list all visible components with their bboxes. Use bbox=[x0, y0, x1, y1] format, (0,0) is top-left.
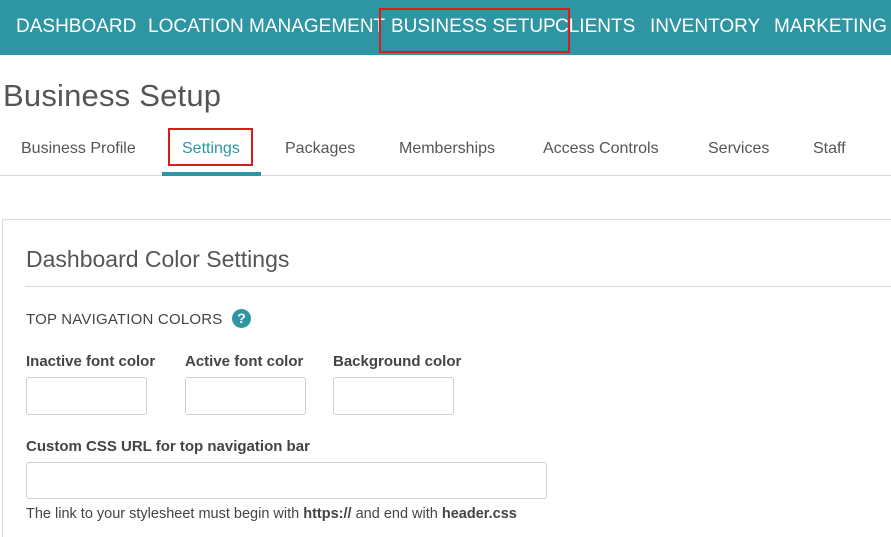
tab-packages[interactable]: Packages bbox=[285, 140, 355, 158]
panel-divider bbox=[25, 286, 891, 287]
active-tab-underline bbox=[162, 172, 261, 176]
active-font-color-input[interactable] bbox=[185, 377, 306, 415]
active-font-color-label: Active font color bbox=[185, 353, 304, 370]
help-icon[interactable]: ? bbox=[232, 309, 251, 328]
nav-item-location-management[interactable]: LOCATION MANAGEMENT bbox=[148, 0, 385, 55]
top-navigation-bar: DASHBOARD LOCATION MANAGEMENT BUSINESS S… bbox=[0, 0, 891, 55]
stylesheet-hint-text: The link to your stylesheet must begin w… bbox=[26, 506, 517, 522]
settings-tab-highlight-box bbox=[168, 128, 253, 166]
background-color-input[interactable] bbox=[333, 377, 454, 415]
nav-item-clients[interactable]: CLIENTS bbox=[555, 0, 635, 55]
inactive-font-color-input[interactable] bbox=[26, 377, 147, 415]
tab-staff[interactable]: Staff bbox=[813, 140, 846, 158]
nav-item-dashboard[interactable]: DASHBOARD bbox=[16, 0, 136, 55]
tab-business-profile[interactable]: Business Profile bbox=[21, 140, 136, 158]
hint-middle: and end with bbox=[351, 506, 442, 522]
sub-tabs: Business Profile Settings Packages Membe… bbox=[0, 128, 891, 176]
tab-access-controls[interactable]: Access Controls bbox=[543, 140, 659, 158]
panel-title: Dashboard Color Settings bbox=[26, 246, 290, 272]
hint-https: https:// bbox=[303, 506, 352, 522]
custom-css-url-label: Custom CSS URL for top navigation bar bbox=[26, 438, 310, 455]
nav-item-business-setup[interactable]: BUSINESS SETUP bbox=[379, 0, 570, 55]
dashboard-color-settings-panel: Dashboard Color Settings TOP NAVIGATION … bbox=[2, 219, 891, 537]
inactive-font-color-label: Inactive font color bbox=[26, 353, 156, 370]
tab-services[interactable]: Services bbox=[708, 140, 769, 158]
section-label-top-navigation-colors: TOP NAVIGATION COLORS bbox=[26, 311, 223, 328]
hint-prefix: The link to your stylesheet must begin w… bbox=[26, 506, 304, 522]
page-title: Business Setup bbox=[3, 78, 222, 113]
background-color-label: Background color bbox=[333, 353, 462, 370]
tab-memberships[interactable]: Memberships bbox=[399, 140, 495, 158]
custom-css-url-input[interactable] bbox=[26, 462, 547, 499]
nav-item-marketing[interactable]: MARKETING bbox=[774, 0, 887, 55]
hint-header-css: header.css bbox=[441, 506, 517, 522]
nav-item-inventory[interactable]: INVENTORY bbox=[650, 0, 760, 55]
